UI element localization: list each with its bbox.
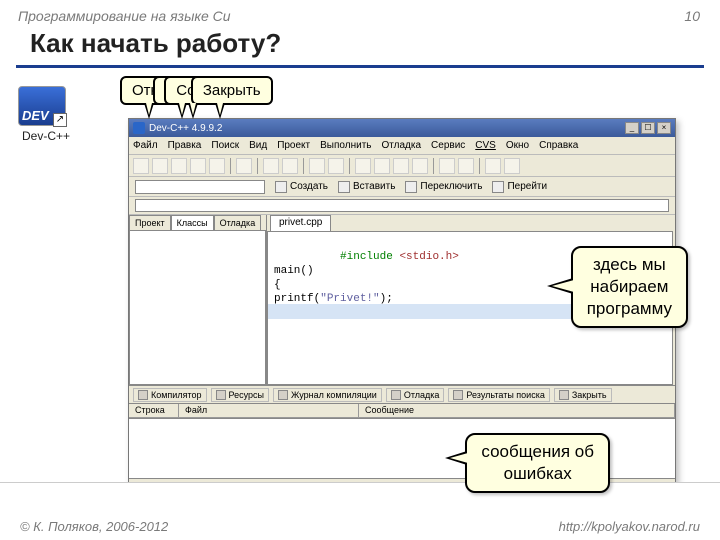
menu-file[interactable]: Файл bbox=[133, 140, 158, 151]
desktop-shortcut[interactable]: DEV ↗ Dev-C++ bbox=[18, 86, 74, 143]
goto-icon bbox=[492, 181, 504, 193]
code-line: <stdio.h> bbox=[399, 251, 458, 263]
grid-icon bbox=[138, 390, 148, 400]
goto-bar bbox=[129, 197, 675, 215]
menu-search[interactable]: Поиск bbox=[211, 140, 239, 151]
col-message[interactable]: Сообщение bbox=[359, 404, 675, 418]
toggle-icon bbox=[405, 181, 417, 193]
tb-print-icon[interactable] bbox=[236, 158, 252, 174]
x-icon bbox=[559, 390, 569, 400]
btab-compiler[interactable]: Компилятор bbox=[133, 388, 207, 402]
t2-create[interactable]: Создать bbox=[275, 181, 328, 193]
check-icon bbox=[391, 390, 401, 400]
tb-open-icon[interactable] bbox=[152, 158, 168, 174]
tab-project[interactable]: Проект bbox=[129, 215, 171, 230]
toolbar-main bbox=[129, 155, 675, 177]
btab-log[interactable]: Журнал компиляции bbox=[273, 388, 382, 402]
tb-about-icon[interactable] bbox=[504, 158, 520, 174]
toolbar-sep bbox=[257, 158, 258, 174]
toolbar-sep bbox=[433, 158, 434, 174]
tab-classes[interactable]: Классы bbox=[171, 215, 214, 230]
insert-icon bbox=[338, 181, 350, 193]
menu-tools[interactable]: Сервис bbox=[431, 140, 465, 151]
toolbar-sep bbox=[349, 158, 350, 174]
log-icon bbox=[278, 390, 288, 400]
message-columns: Строка Файл Сообщение bbox=[129, 403, 675, 418]
tab-debug[interactable]: Отладка bbox=[214, 215, 262, 230]
callout-editor: здесь мы набираем программу bbox=[571, 246, 688, 328]
page-title: Как начать работу? bbox=[0, 28, 720, 65]
tb-misc-icon[interactable] bbox=[439, 158, 455, 174]
menu-help[interactable]: Справка bbox=[539, 140, 578, 151]
page-number: 10 bbox=[684, 8, 700, 24]
toolbar-sep bbox=[303, 158, 304, 174]
menu-edit[interactable]: Правка bbox=[168, 140, 202, 151]
search-icon bbox=[453, 390, 463, 400]
tb-misc2-icon[interactable] bbox=[458, 158, 474, 174]
left-panel: Проект Классы Отладка bbox=[129, 215, 267, 385]
toolbar-sep bbox=[479, 158, 480, 174]
course-name: Программирование на языке Си bbox=[18, 8, 231, 24]
btab-close[interactable]: Закрыть bbox=[554, 388, 612, 402]
t2-toggle[interactable]: Переключить bbox=[405, 181, 482, 193]
toolbar-sep bbox=[230, 158, 231, 174]
ide-title: Dev-C++ 4.9.9.2 bbox=[149, 123, 222, 134]
file-tab[interactable]: privet.cpp bbox=[270, 215, 331, 231]
btab-resources[interactable]: Ресурсы bbox=[211, 388, 270, 402]
btab-debug[interactable]: Отладка bbox=[386, 388, 445, 402]
tb-replace-icon[interactable] bbox=[328, 158, 344, 174]
tb-new-icon[interactable] bbox=[133, 158, 149, 174]
code-line: { bbox=[274, 279, 281, 291]
menu-view[interactable]: Вид bbox=[249, 140, 267, 151]
minimize-button[interactable]: _ bbox=[625, 122, 639, 134]
menu-cvs[interactable]: CVS bbox=[475, 140, 496, 151]
ide-titlebar[interactable]: Dev-C++ 4.9.9.2 _ ☐ × bbox=[129, 119, 675, 137]
copyright: © К. Поляков, 2006-2012 bbox=[20, 519, 168, 534]
menu-execute[interactable]: Выполнить bbox=[320, 140, 371, 151]
tb-saveall-icon[interactable] bbox=[190, 158, 206, 174]
tb-redo-icon[interactable] bbox=[282, 158, 298, 174]
menu-project[interactable]: Проект bbox=[277, 140, 310, 151]
menu-bar[interactable]: Файл Правка Поиск Вид Проект Выполнить О… bbox=[129, 137, 675, 155]
code-line: #include bbox=[340, 251, 399, 263]
menu-window[interactable]: Окно bbox=[506, 140, 529, 151]
app-icon bbox=[133, 122, 145, 134]
tb-compile-icon[interactable] bbox=[355, 158, 371, 174]
code-line: main() bbox=[274, 265, 314, 277]
tb-undo-icon[interactable] bbox=[263, 158, 279, 174]
tb-close-icon[interactable] bbox=[209, 158, 225, 174]
callout-errors: сообщения об ошибках bbox=[465, 433, 610, 493]
config-combo[interactable] bbox=[135, 180, 265, 194]
plus-icon bbox=[275, 181, 287, 193]
btab-results[interactable]: Результаты поиска bbox=[448, 388, 549, 402]
close-button[interactable]: × bbox=[657, 122, 671, 134]
tb-help-icon[interactable] bbox=[485, 158, 501, 174]
toolbar-secondary: Создать Вставить Переключить Перейти bbox=[129, 177, 675, 197]
tb-run-icon[interactable] bbox=[374, 158, 390, 174]
maximize-button[interactable]: ☐ bbox=[641, 122, 655, 134]
tb-debug-icon[interactable] bbox=[412, 158, 428, 174]
shortcut-arrow-icon: ↗ bbox=[53, 113, 67, 127]
tb-find-icon[interactable] bbox=[309, 158, 325, 174]
tb-save-icon[interactable] bbox=[171, 158, 187, 174]
col-file[interactable]: Файл bbox=[179, 404, 359, 418]
goto-field[interactable] bbox=[135, 199, 669, 212]
footer-url: http://kpolyakov.narod.ru bbox=[559, 519, 700, 534]
shortcut-label: Dev-C++ bbox=[18, 129, 74, 143]
class-browser[interactable] bbox=[129, 230, 266, 385]
menu-debug[interactable]: Отладка bbox=[382, 140, 422, 151]
callout-close: Закрыть bbox=[191, 76, 273, 105]
output-tabs: Компилятор Ресурсы Журнал компиляции Отл… bbox=[129, 385, 675, 403]
t2-insert[interactable]: Вставить bbox=[338, 181, 395, 193]
tb-rebuild-icon[interactable] bbox=[393, 158, 409, 174]
t2-goto[interactable]: Перейти bbox=[492, 181, 547, 193]
col-line[interactable]: Строка bbox=[129, 404, 179, 418]
res-icon bbox=[216, 390, 226, 400]
icon-text: DEV bbox=[19, 106, 52, 125]
